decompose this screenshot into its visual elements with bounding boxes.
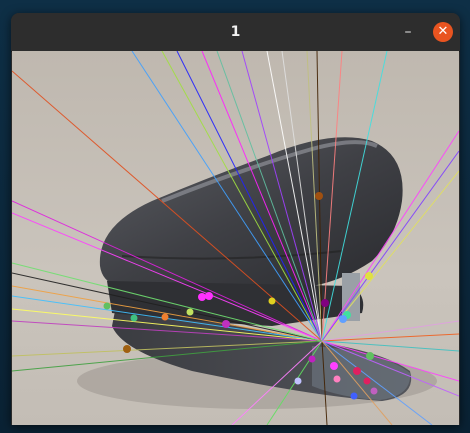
close-button[interactable]: ✕ bbox=[433, 22, 453, 42]
window-titlebar[interactable]: 1 – ✕ bbox=[11, 13, 460, 52]
stapler-photo-with-feature-lines bbox=[12, 51, 459, 425]
window-title: 1 bbox=[230, 24, 241, 40]
image-canvas bbox=[12, 51, 459, 425]
image-window[interactable]: 1 – ✕ bbox=[11, 13, 460, 425]
minimize-button[interactable]: – bbox=[399, 23, 417, 41]
